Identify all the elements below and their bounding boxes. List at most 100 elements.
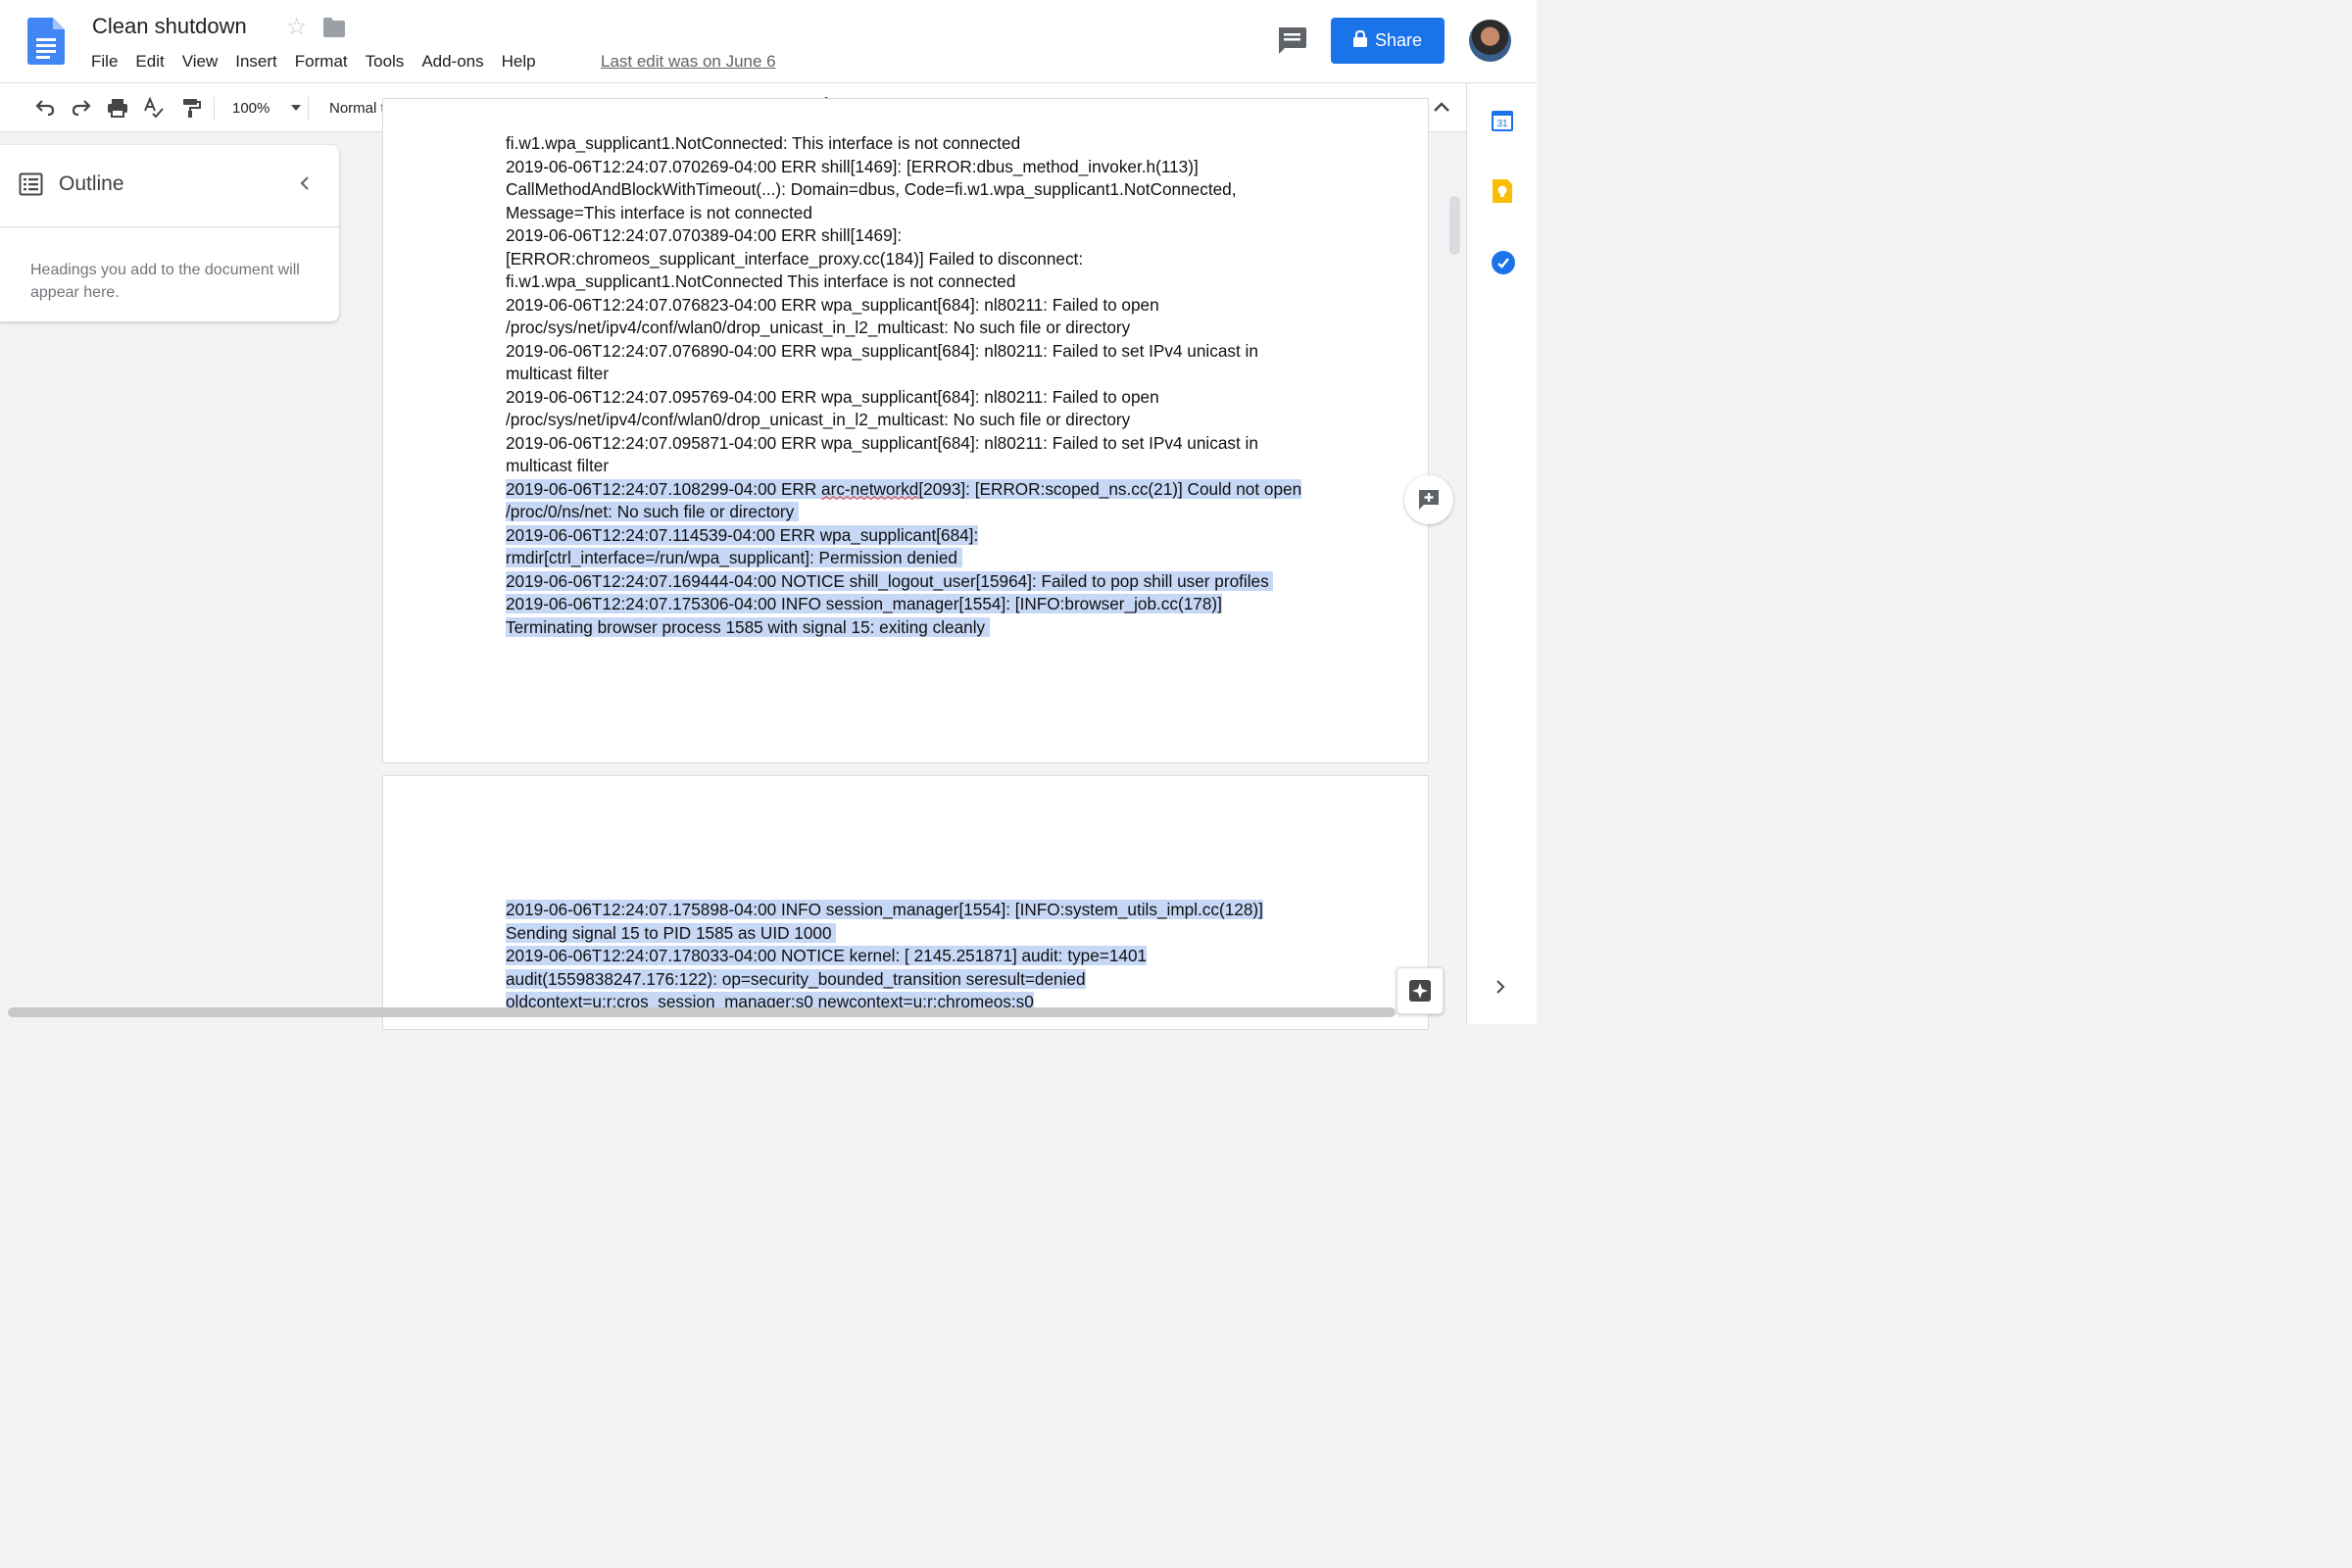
document-line[interactable]: Sending signal 15 to PID 1585 as UID 100… — [506, 922, 1329, 946]
document-line[interactable]: audit(1559838247.176:122): op=security_b… — [506, 968, 1329, 992]
spellcheck-word[interactable]: arc-networkd — [821, 479, 918, 499]
outline-icon[interactable] — [19, 172, 43, 201]
menu-bar: File Edit View Insert Format Tools Add-o… — [82, 51, 545, 73]
document-line[interactable]: [ERROR:chromeos_supplicant_interface_pro… — [506, 248, 1329, 271]
side-panel: 31 — [1466, 83, 1537, 1024]
document-line[interactable]: fi.w1.wpa_supplicant1.NotConnected: This… — [506, 132, 1329, 156]
document-line[interactable]: Terminating browser process 1585 with si… — [506, 616, 1329, 640]
document-line-text: rmdir[ctrl_interface=/run/wpa_supplicant… — [506, 548, 962, 567]
document-line[interactable]: /proc/0/ns/net: No such file or director… — [506, 501, 1329, 524]
document-title[interactable]: Clean shutdown — [92, 14, 247, 39]
horizontal-scrollbar[interactable] — [8, 1007, 1396, 1017]
document-line-text: 2019-06-06T12:24:07.076823-04:00 ERR wpa… — [506, 294, 1159, 315]
chevron-down-icon — [291, 105, 302, 111]
document-line-text: 2019-06-06T12:24:07.175306-04:00 INFO se… — [506, 594, 1222, 613]
document-line[interactable]: rmdir[ctrl_interface=/run/wpa_supplicant… — [506, 547, 1329, 570]
keep-icon[interactable] — [1491, 179, 1514, 208]
document-line-text: multicast filter — [506, 364, 610, 383]
document-line[interactable]: 2019-06-06T12:24:07.095769-04:00 ERR wpa… — [506, 386, 1329, 410]
document-line-text: 2019-06-06T12:24:07.095871-04:00 ERR wpa… — [506, 432, 1258, 453]
document-line[interactable]: 2019-06-06T12:24:07.175306-04:00 INFO se… — [506, 593, 1329, 616]
folder-icon[interactable] — [323, 18, 345, 37]
last-edit-link[interactable]: Last edit was on June 6 — [601, 52, 776, 72]
comments-icon[interactable] — [1276, 25, 1307, 55]
document-line[interactable]: 2019-06-06T12:24:07.076823-04:00 ERR wpa… — [506, 294, 1329, 318]
document-line-text: 2019-06-06T12:24:07.095769-04:00 ERR wpa… — [506, 386, 1159, 407]
menu-tools[interactable]: Tools — [357, 51, 414, 73]
document-line-text: Sending signal 15 to PID 1585 as UID 100… — [506, 922, 837, 943]
document-line[interactable]: Message=This interface is not connected — [506, 202, 1329, 225]
document-line[interactable]: multicast filter — [506, 363, 1329, 386]
document-body[interactable]: fi.w1.wpa_supplicant1.NotConnected: This… — [506, 132, 1329, 639]
outline-divider — [0, 226, 339, 227]
document-line-text: /proc/sys/net/ipv4/conf/wlan0/drop_unica… — [506, 410, 1131, 429]
menu-add-ons[interactable]: Add-ons — [413, 51, 492, 73]
document-line[interactable]: 2019-06-06T12:24:07.070389-04:00 ERR shi… — [506, 224, 1329, 248]
document-line-text: 2019-06-06T12:24:07.178033-04:00 NOTICE … — [506, 946, 1148, 965]
document-line-text: Message=This interface is not connected — [506, 202, 812, 222]
document-line-text: /proc/sys/net/ipv4/conf/wlan0/drop_unica… — [506, 318, 1131, 337]
toolbar-divider — [308, 97, 309, 121]
document-line-text: 2019-06-06T12:24:07.114539-04:00 ERR wpa… — [506, 524, 979, 545]
zoom-select[interactable]: 100% — [232, 83, 302, 132]
zoom-value: 100% — [232, 99, 270, 117]
document-line-text: 2019-06-06T12:24:07.076890-04:00 ERR wpa… — [506, 340, 1258, 361]
document-line-text: 2019-06-06T12:24:07.070269-04:00 ERR shi… — [506, 156, 1199, 176]
share-button[interactable]: Share — [1331, 18, 1445, 64]
outline-title: Outline — [59, 172, 124, 195]
document-line-text: fi.w1.wpa_supplicant1.NotConnected: This… — [506, 133, 1021, 153]
document-line-text: audit(1559838247.176:122): op=security_b… — [506, 968, 1086, 989]
document-line-text: 2019-06-06T12:24:07.175898-04:00 INFO se… — [506, 900, 1263, 919]
document-line[interactable]: 2019-06-06T12:24:07.070269-04:00 ERR shi… — [506, 156, 1329, 179]
document-line-text: /proc/0/ns/net: No such file or director… — [506, 502, 800, 521]
document-line-text: 2019-06-06T12:24:07.108299-04:00 ERR arc… — [506, 478, 1302, 499]
menu-format[interactable]: Format — [286, 51, 357, 73]
document-line-text: Terminating browser process 1585 with si… — [506, 616, 990, 637]
paint-format-icon[interactable] — [179, 83, 203, 132]
title-bar: Clean shutdown ☆ File Edit View Insert F… — [0, 0, 1537, 83]
document-line-text: 2019-06-06T12:24:07.169444-04:00 NOTICE … — [506, 570, 1274, 591]
tasks-icon[interactable] — [1491, 250, 1516, 280]
document-line[interactable]: 2019-06-06T12:24:07.178033-04:00 NOTICE … — [506, 945, 1329, 968]
menu-view[interactable]: View — [173, 51, 227, 73]
document-line[interactable]: /proc/sys/net/ipv4/conf/wlan0/drop_unica… — [506, 409, 1329, 432]
document-line[interactable]: 2019-06-06T12:24:07.114539-04:00 ERR wpa… — [506, 524, 1329, 548]
document-line[interactable]: 2019-06-06T12:24:07.169444-04:00 NOTICE … — [506, 570, 1329, 594]
menu-edit[interactable]: Edit — [126, 51, 172, 73]
document-line-text: CallMethodAndBlockWithTimeout(...): Doma… — [506, 179, 1237, 199]
vertical-scrollbar[interactable] — [1449, 196, 1460, 255]
document-line[interactable]: 2019-06-06T12:24:07.095871-04:00 ERR wpa… — [506, 432, 1329, 456]
document-body[interactable]: 2019-06-06T12:24:07.175898-04:00 INFO se… — [506, 899, 1329, 1014]
document-page[interactable]: fi.w1.wpa_supplicant1.NotConnected: This… — [382, 98, 1429, 763]
account-avatar[interactable] — [1469, 20, 1511, 62]
undo-icon[interactable] — [33, 83, 57, 132]
document-line[interactable]: 2019-06-06T12:24:07.108299-04:00 ERR arc… — [506, 478, 1329, 502]
document-line[interactable]: multicast filter — [506, 455, 1329, 478]
menu-file[interactable]: File — [82, 51, 126, 73]
calendar-icon[interactable]: 31 — [1491, 109, 1514, 137]
document-line[interactable]: CallMethodAndBlockWithTimeout(...): Doma… — [506, 178, 1329, 202]
collapse-menus-icon[interactable] — [1431, 83, 1452, 132]
document-page[interactable]: 2019-06-06T12:24:07.175898-04:00 INFO se… — [382, 775, 1429, 1030]
chevron-right-icon[interactable] — [1493, 978, 1508, 1001]
close-outline-icon[interactable] — [296, 173, 314, 198]
document-line[interactable]: /proc/sys/net/ipv4/conf/wlan0/drop_unica… — [506, 317, 1329, 340]
document-line-text: [ERROR:chromeos_supplicant_interface_pro… — [506, 248, 1084, 269]
document-line-text: multicast filter — [506, 456, 610, 475]
share-label: Share — [1374, 30, 1423, 50]
document-line[interactable]: 2019-06-06T12:24:07.076890-04:00 ERR wpa… — [506, 340, 1329, 364]
document-outline: Outline Headings you add to the document… — [0, 145, 339, 321]
document-line[interactable]: 2019-06-06T12:24:07.175898-04:00 INFO se… — [506, 899, 1329, 922]
document-line-text: fi.w1.wpa_supplicant1.NotConnected This … — [506, 271, 1016, 291]
add-comment-button[interactable] — [1404, 475, 1453, 524]
print-icon[interactable] — [106, 83, 129, 132]
document-line[interactable]: fi.w1.wpa_supplicant1.NotConnected This … — [506, 270, 1329, 294]
explore-button[interactable] — [1396, 967, 1444, 1014]
lock-icon — [1352, 29, 1367, 52]
menu-help[interactable]: Help — [493, 51, 545, 73]
redo-icon[interactable] — [70, 83, 93, 132]
menu-insert[interactable]: Insert — [226, 51, 286, 73]
docs-logo-icon[interactable] — [27, 18, 65, 65]
star-icon[interactable]: ☆ — [286, 14, 308, 41]
spellcheck-icon[interactable] — [142, 83, 166, 132]
